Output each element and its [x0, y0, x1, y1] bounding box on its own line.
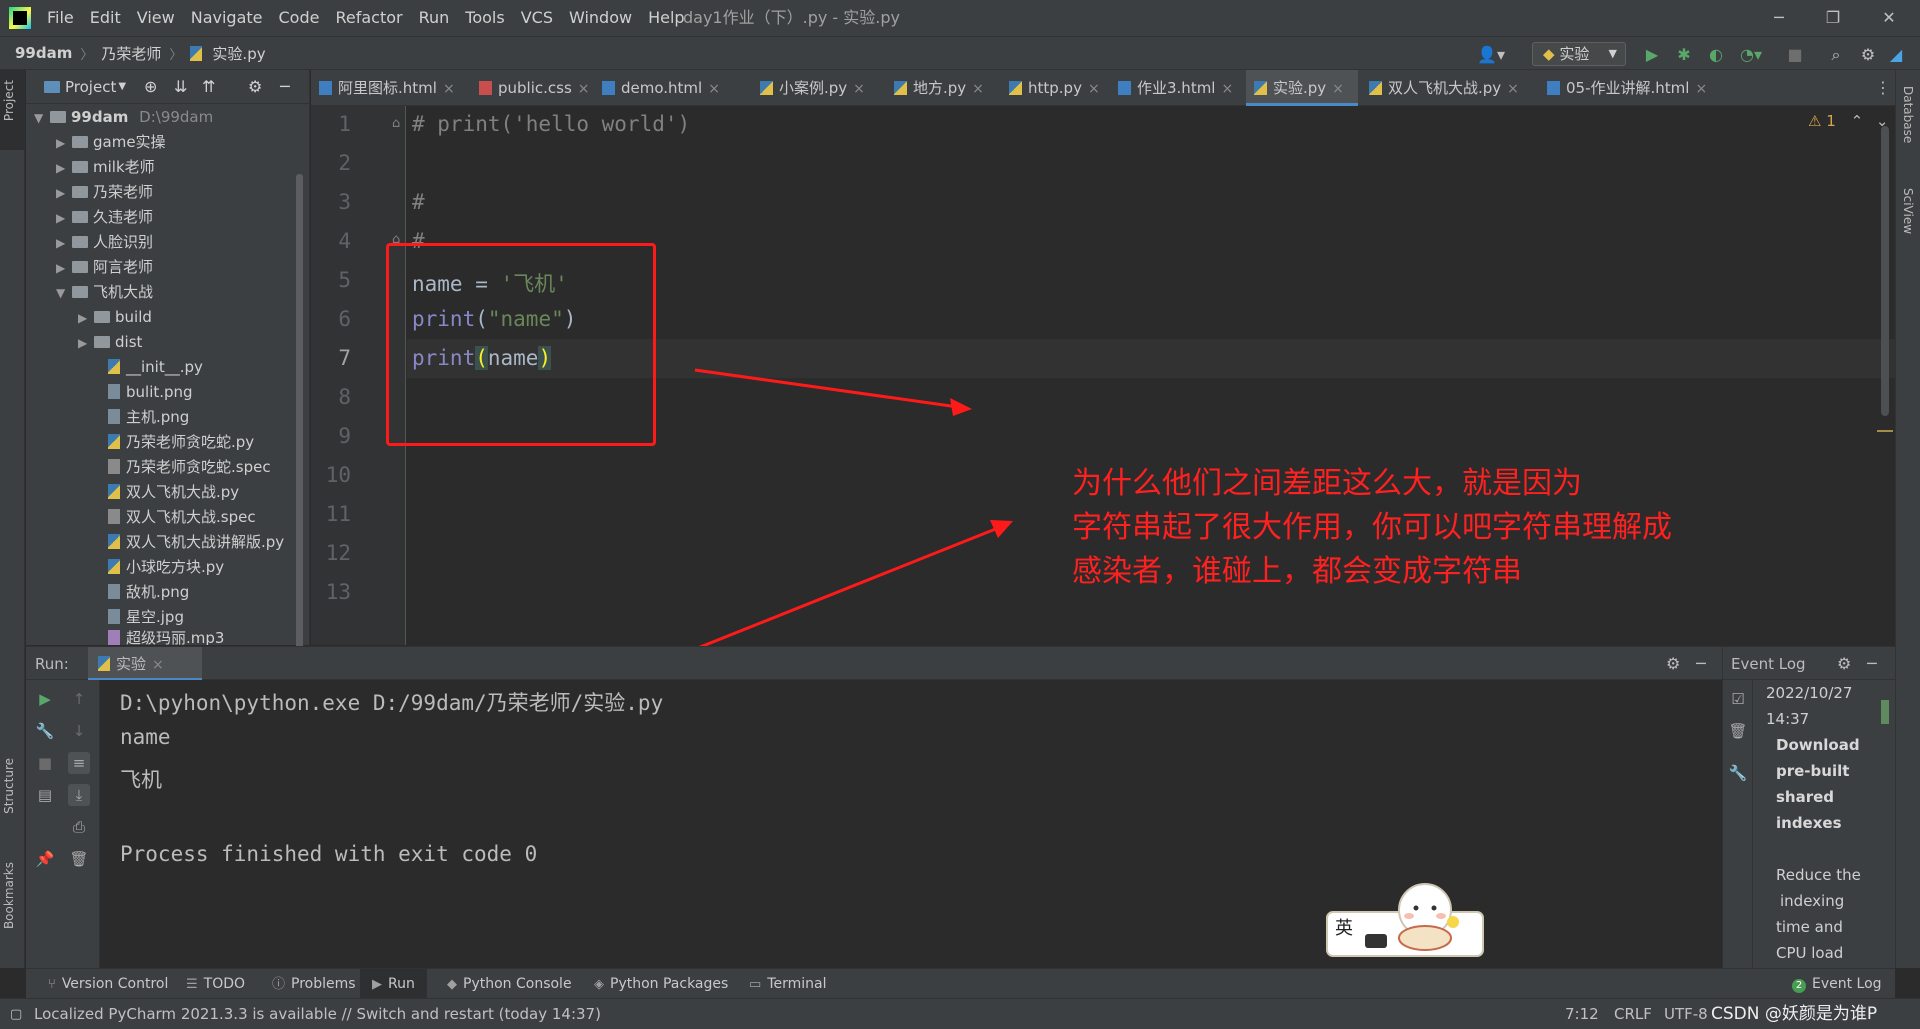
print-icon[interactable]: ⎙	[68, 816, 90, 838]
python-packages-tool[interactable]: ◈ Python Packages	[588, 969, 734, 999]
run-tab[interactable]: 实验 ×	[88, 647, 202, 681]
run-icon: ▶	[372, 977, 382, 992]
problems-tool[interactable]: ⓘ Problems	[266, 969, 362, 999]
event-message-line: CPU load	[1776, 944, 1844, 962]
status-bar: ▢ Localized PyCharm 2021.3.3 is availabl…	[0, 998, 1920, 1029]
tool-label: TODO	[203, 976, 246, 992]
python-icon: ◆	[447, 977, 457, 992]
console-exit-line: Process finished with exit code 0	[120, 842, 538, 866]
tool-label: Python Packages	[610, 976, 729, 992]
scroll-down-icon[interactable]: ↓	[68, 720, 90, 742]
ime-mode-label: 英	[1335, 918, 1353, 939]
event-log-settings-gear-icon[interactable]: ⚙	[1837, 647, 1851, 681]
mascot-cheek	[1404, 913, 1414, 919]
hide-run-panel-icon[interactable]: ─	[1696, 647, 1706, 681]
tool-label: Run	[388, 976, 415, 992]
event-date: 2022/10/27	[1766, 684, 1853, 702]
event-message-line: time and	[1776, 918, 1843, 936]
event-log-toolbar: ☑ 🗑 🔧	[1723, 680, 1753, 968]
tool-label: Version Control	[61, 976, 169, 992]
stop-icon[interactable]: ■	[34, 752, 56, 774]
event-time: 14:37	[1766, 710, 1810, 728]
wrench-icon[interactable]: 🔧	[1727, 762, 1749, 784]
mascot-bowl	[1398, 925, 1452, 951]
trash-icon[interactable]: 🗑	[68, 848, 90, 870]
console-output-line: 飞机	[120, 768, 162, 792]
event-log-header: Event Log ⚙ ─	[1722, 646, 1895, 680]
python-console-tool[interactable]: ◆ Python Console	[441, 969, 578, 999]
arrow-line-top	[694, 368, 959, 409]
mascot-eye	[1431, 905, 1437, 911]
event-link[interactable]: Download	[1776, 736, 1860, 754]
mascot-lemon	[1447, 916, 1459, 928]
console-command-line: D:\pyhon\python.exe D:/99dam/乃荣老师/实验.py	[120, 691, 664, 715]
tool-label: Terminal	[767, 976, 827, 992]
soft-wrap-icon[interactable]: ≡	[68, 752, 90, 774]
todo-tool[interactable]: ☰ TODO	[180, 969, 251, 999]
rerun-icon[interactable]: ▶	[34, 688, 56, 710]
event-link[interactable]: indexes	[1776, 814, 1842, 832]
terminal-tool[interactable]: ▭ Terminal	[743, 969, 832, 999]
run-tab-label: 实验	[116, 655, 147, 673]
event-message-line: indexing	[1780, 892, 1845, 910]
event-log-scroll-marker[interactable]	[1881, 700, 1889, 724]
pin-icon[interactable]: 📌	[34, 848, 56, 870]
file-encoding[interactable]: UTF-8	[1664, 999, 1708, 1029]
tool-window-bar: ⑂ Version Control ☰ TODO ⓘ Problems ▶ Run ◆ P…	[26, 968, 1895, 999]
console-output-line: name	[120, 725, 171, 749]
version-control-tool[interactable]: ⑂ Version Control	[42, 969, 174, 999]
event-log-tool[interactable]: 2 Event Log	[1786, 969, 1888, 999]
layout-toggle-icon[interactable]: ▢	[10, 999, 22, 1029]
layout-icon[interactable]: ▤	[34, 784, 56, 806]
packages-icon: ◈	[594, 977, 604, 992]
wrench-icon[interactable]: 🔧	[34, 720, 56, 742]
event-count-badge: 2	[1792, 979, 1806, 993]
tool-label: Event Log	[1812, 976, 1882, 992]
run-settings-gear-icon[interactable]: ⚙	[1666, 647, 1680, 681]
scroll-up-icon[interactable]: ↑	[68, 688, 90, 710]
close-tab-icon[interactable]: ×	[152, 657, 164, 673]
run-panel-label: Run:	[35, 655, 69, 673]
mascot-cheek	[1436, 913, 1446, 919]
terminal-icon: ▭	[749, 977, 762, 992]
arrow-head-top	[950, 398, 972, 416]
tool-label: Problems	[291, 976, 356, 992]
tool-label: Python Console	[463, 976, 572, 992]
pycharm-window: File Edit View Navigate Code Refactor Ru…	[0, 0, 1920, 1029]
mascot-shirt-icon	[1365, 934, 1387, 948]
csdn-watermark: CSDN @妖颜是为谁P	[1711, 1004, 1878, 1024]
status-message[interactable]: Localized PyCharm 2021.3.3 is available …	[34, 999, 601, 1029]
event-log-body: ☑ 🗑 🔧 2022/10/27 14:37 Download pre-buil…	[1722, 680, 1895, 968]
run-panel-header: Run: 实验 × ⚙ ─	[26, 646, 1722, 681]
mark-read-icon[interactable]: ☑	[1727, 688, 1749, 710]
caret-position[interactable]: 7:12	[1565, 999, 1599, 1029]
info-icon: ⓘ	[272, 977, 286, 992]
mascot-eye	[1413, 905, 1419, 911]
line-separator[interactable]: CRLF	[1614, 999, 1652, 1029]
event-log-title: Event Log	[1731, 655, 1806, 673]
python-file-icon	[98, 656, 110, 671]
scroll-to-end-icon[interactable]: ⤓	[68, 784, 90, 806]
branch-icon: ⑂	[48, 977, 56, 992]
event-link[interactable]: shared	[1776, 788, 1834, 806]
event-link[interactable]: pre-built	[1776, 762, 1849, 780]
ime-mascot-sticker: 英	[1326, 883, 1484, 957]
run-tool[interactable]: ▶ Run	[360, 969, 427, 999]
trash-icon[interactable]: 🗑	[1727, 720, 1749, 742]
run-toolbar: ▶ ↑ 🔧 ↓ ■ ≡ ▤ ⤓ ⎙ 📌 🗑	[26, 680, 100, 968]
hide-event-log-icon[interactable]: ─	[1867, 647, 1877, 681]
list-icon: ☰	[186, 977, 198, 992]
event-message-line: Reduce the	[1776, 866, 1861, 884]
